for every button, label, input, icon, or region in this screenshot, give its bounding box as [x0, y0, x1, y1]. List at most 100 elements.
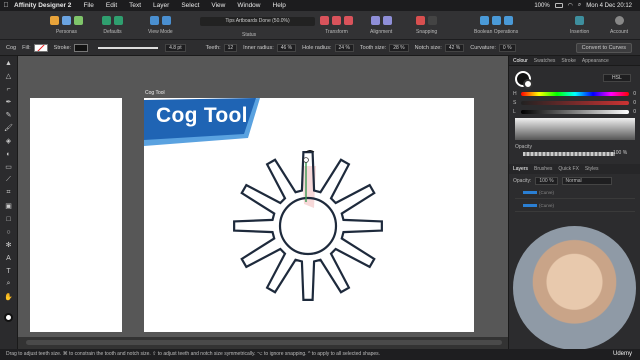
layer-row[interactable]: (Curve)	[515, 187, 635, 199]
stroke-width-slider[interactable]	[98, 46, 159, 49]
inner-radius-label: Inner radius:	[243, 44, 274, 51]
fill-tool-icon[interactable]: ◈	[3, 135, 15, 147]
artboard-main[interactable]: Cog Tool	[144, 98, 474, 332]
tab-styles[interactable]: Styles	[585, 166, 599, 172]
flip-vertical-icon[interactable]	[332, 15, 341, 25]
add-boolean-icon[interactable]	[479, 15, 489, 25]
snapping-icon[interactable]	[416, 15, 426, 25]
apple-icon[interactable]: 	[0, 2, 12, 9]
corner-tool-icon[interactable]: ⌐	[3, 83, 15, 95]
tab-stroke[interactable]: Stroke	[561, 58, 575, 64]
hue-slider[interactable]	[521, 92, 629, 96]
curvature-field[interactable]: 0 %	[498, 43, 516, 52]
tab-layers[interactable]: Layers	[513, 166, 528, 172]
eraser-tool-icon[interactable]: ▭	[3, 161, 15, 173]
knife-tool-icon[interactable]: ⟋	[3, 174, 15, 186]
tab-colour[interactable]: Colour	[513, 58, 528, 64]
vector-brush-icon[interactable]: 🖌	[3, 122, 15, 134]
colour-gradient-preview[interactable]	[515, 118, 635, 140]
crop-tool-icon[interactable]: ⌗	[3, 187, 15, 199]
menu-file[interactable]: File	[77, 2, 99, 9]
menu-text[interactable]: Text	[123, 2, 147, 9]
menu-help[interactable]: Help	[267, 2, 292, 9]
pixel-persona-icon[interactable]	[62, 15, 71, 25]
hue-value[interactable]: 0	[633, 91, 636, 97]
intersect-boolean-icon[interactable]	[503, 15, 513, 25]
blend-mode-select[interactable]: Normal	[561, 177, 612, 185]
artistic-text-icon[interactable]: A	[3, 252, 15, 264]
stroke-control[interactable]: Stroke:	[54, 43, 89, 52]
view-mode-icon[interactable]	[149, 15, 159, 25]
saturation-slider[interactable]	[521, 101, 629, 105]
search-icon[interactable]: ⌕	[578, 2, 581, 9]
menu-view[interactable]: View	[205, 2, 231, 9]
tooth-size-field[interactable]: 28 %	[389, 43, 409, 52]
node-tool-icon[interactable]: △	[3, 70, 15, 82]
opacity-slider[interactable]	[523, 152, 615, 156]
subtract-boolean-icon[interactable]	[491, 15, 501, 25]
stroke-colour-well[interactable]	[523, 79, 533, 89]
insertion-icon[interactable]	[575, 15, 585, 25]
tab-quick-fx[interactable]: Quick FX	[558, 166, 579, 172]
notch-size-field[interactable]: 42 %	[444, 43, 465, 52]
revert-defaults-icon[interactable]	[114, 15, 123, 25]
pen-tool-icon[interactable]: ✒	[3, 96, 15, 108]
fill-control[interactable]: Fill:	[22, 43, 48, 52]
colour-chip-icon[interactable]	[3, 311, 15, 323]
account-icon[interactable]	[614, 15, 624, 25]
artboard-label[interactable]: Cog Tool	[145, 90, 165, 96]
ellipse-tool-icon[interactable]: ○	[3, 226, 15, 238]
artboard-left[interactable]	[30, 98, 122, 332]
lightness-slider[interactable]	[521, 110, 629, 114]
sync-defaults-icon[interactable]	[102, 15, 111, 25]
menu-select[interactable]: Select	[175, 2, 205, 9]
teeth-field[interactable]: 12	[223, 43, 238, 52]
flip-horizontal-icon[interactable]	[320, 15, 329, 25]
cog-shape[interactable]	[226, 150, 390, 302]
tab-appearance[interactable]: Appearance	[582, 58, 609, 64]
tab-brushes[interactable]: Brushes	[534, 166, 552, 172]
battery-icon[interactable]	[554, 3, 563, 8]
app-name-menu[interactable]: Affinity Designer 2	[12, 2, 77, 9]
snapping-options-icon[interactable]	[428, 15, 438, 25]
canvas-workspace[interactable]: Cog Tool Cog Tool	[18, 56, 508, 349]
status-label: Status	[242, 32, 257, 38]
rectangle-tool-icon[interactable]: □	[3, 213, 15, 225]
scroll-thumb[interactable]	[26, 340, 502, 345]
distribute-icon[interactable]	[382, 15, 392, 25]
wifi-icon[interactable]: ◠	[568, 2, 573, 9]
menu-window[interactable]: Window	[231, 2, 266, 9]
outline-view-icon[interactable]	[161, 15, 171, 25]
designer-persona-icon[interactable]	[50, 15, 59, 25]
layer-opacity-field[interactable]: 100 %	[535, 177, 558, 185]
lightness-value[interactable]: 0	[633, 109, 636, 115]
menu-edit[interactable]: Edit	[100, 2, 123, 9]
opacity-value[interactable]: 100 %	[613, 150, 627, 156]
place-image-icon[interactable]: ▣	[3, 200, 15, 212]
transparency-tool-icon[interactable]: ◐	[3, 148, 15, 160]
menu-layer[interactable]: Layer	[147, 2, 175, 9]
export-persona-icon[interactable]	[74, 15, 83, 25]
align-icon[interactable]	[370, 15, 380, 25]
clock[interactable]: Mon 4 Dec 20:12	[586, 3, 632, 9]
rotate-icon[interactable]	[344, 15, 353, 25]
horizontal-scrollbar[interactable]	[18, 337, 508, 349]
pencil-tool-icon[interactable]: ✎	[3, 109, 15, 121]
viewmode-group: View Mode	[148, 14, 173, 35]
convert-to-curves-button[interactable]: Convert to Curves	[575, 42, 632, 53]
saturation-value[interactable]: 0	[633, 100, 636, 106]
stroke-swatch[interactable]	[74, 43, 89, 52]
tab-swatches[interactable]: Swatches	[534, 58, 556, 64]
fill-swatch[interactable]	[33, 43, 48, 52]
colour-mode-select[interactable]: HSL	[603, 74, 631, 82]
zoom-tool-icon[interactable]: ⌕	[3, 278, 15, 290]
layer-row[interactable]: (Curve)	[515, 200, 635, 212]
cog-tool-icon[interactable]: ✻	[3, 239, 15, 251]
stroke-width-field[interactable]: 4.8 pt	[165, 43, 186, 52]
frame-text-icon[interactable]: T	[3, 265, 15, 277]
hole-radius-field[interactable]: 24 %	[334, 43, 354, 52]
tool-name: Cog	[6, 44, 17, 51]
hand-tool-icon[interactable]: ✋	[3, 291, 15, 303]
inner-radius-field[interactable]: 46 %	[276, 43, 297, 52]
move-tool-icon[interactable]: ▲	[3, 57, 15, 69]
